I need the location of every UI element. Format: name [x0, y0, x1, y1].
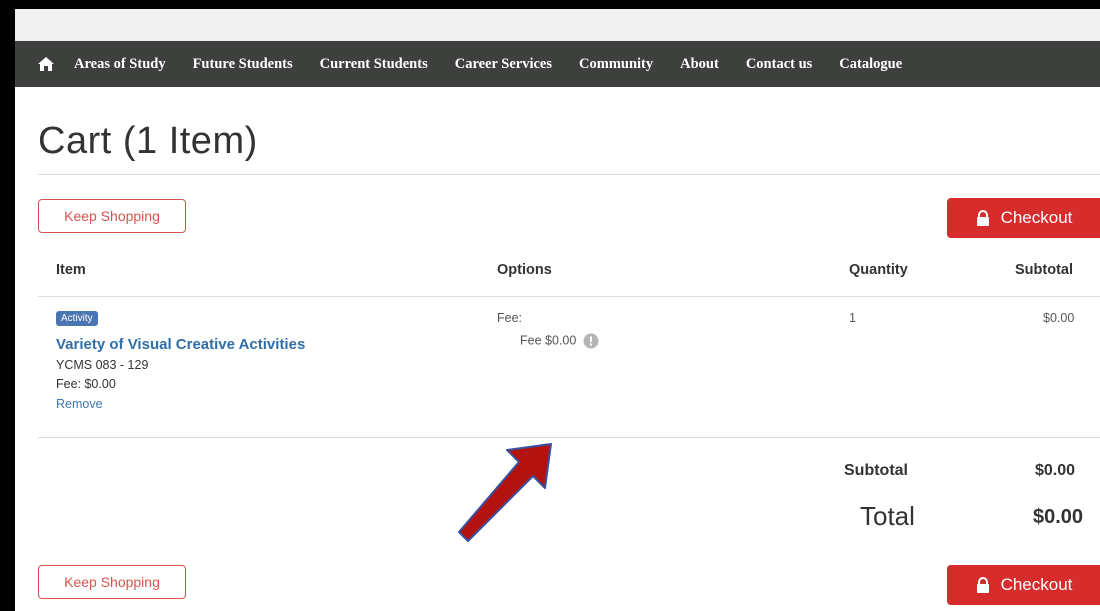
column-header-subtotal: Subtotal [1015, 262, 1073, 278]
checkout-button-bottom[interactable]: Checkout [947, 565, 1100, 605]
checkout-label: Checkout [1000, 575, 1073, 594]
item-code: YCMS 083 - 129 [56, 358, 149, 372]
home-icon[interactable] [37, 54, 57, 74]
summary-total-label: Total [860, 501, 915, 531]
nav-community[interactable]: Community [579, 56, 653, 73]
item-fee: Fee: $0.00 [56, 377, 116, 391]
activity-badge: Activity [56, 311, 98, 326]
checkout-button-top[interactable]: Checkout [947, 198, 1100, 238]
header-divider [38, 296, 1100, 297]
red-arrow-annotation [458, 443, 552, 542]
main-navbar: Areas of Study Future Students Current S… [15, 41, 1100, 87]
screenshot-border-left [0, 0, 15, 611]
top-strip [15, 9, 1100, 41]
title-divider [38, 174, 1100, 175]
item-subtotal: $0.00 [1043, 311, 1075, 325]
checkout-label: Checkout [1000, 208, 1073, 227]
column-header-options: Options [497, 262, 552, 278]
screenshot-border-top [0, 0, 1100, 9]
column-header-item: Item [56, 262, 86, 278]
summary-subtotal-label: Subtotal [844, 462, 908, 479]
nav-catalogue[interactable]: Catalogue [839, 56, 902, 73]
option-fee: Fee $0.00 [520, 333, 599, 349]
keep-shopping-button-bottom[interactable]: Keep Shopping [38, 565, 186, 599]
item-quantity: 1 [849, 311, 856, 325]
row-divider [38, 437, 1100, 438]
keep-shopping-button-top[interactable]: Keep Shopping [38, 199, 186, 233]
nav-current-students[interactable]: Current Students [320, 56, 428, 73]
lock-icon [976, 210, 989, 226]
nav-contact-us[interactable]: Contact us [746, 56, 812, 73]
nav-areas-of-study[interactable]: Areas of Study [74, 56, 166, 73]
summary-subtotal-value: $0.00 [1035, 462, 1076, 479]
nav-about[interactable]: About [680, 56, 719, 73]
summary-total-value: $0.00 [1033, 506, 1084, 528]
option-fee-value: Fee $0.00 [520, 333, 577, 348]
item-name-link[interactable]: Variety of Visual Creative Activities [56, 336, 305, 353]
nav-career-services[interactable]: Career Services [455, 56, 552, 73]
nav-future-students[interactable]: Future Students [193, 56, 293, 73]
page-title: Cart (1 Item) [38, 120, 258, 162]
option-label: Fee: [497, 311, 523, 325]
column-header-quantity: Quantity [849, 262, 908, 278]
remove-link[interactable]: Remove [56, 397, 103, 411]
info-icon[interactable] [583, 333, 599, 349]
lock-icon [976, 577, 989, 593]
